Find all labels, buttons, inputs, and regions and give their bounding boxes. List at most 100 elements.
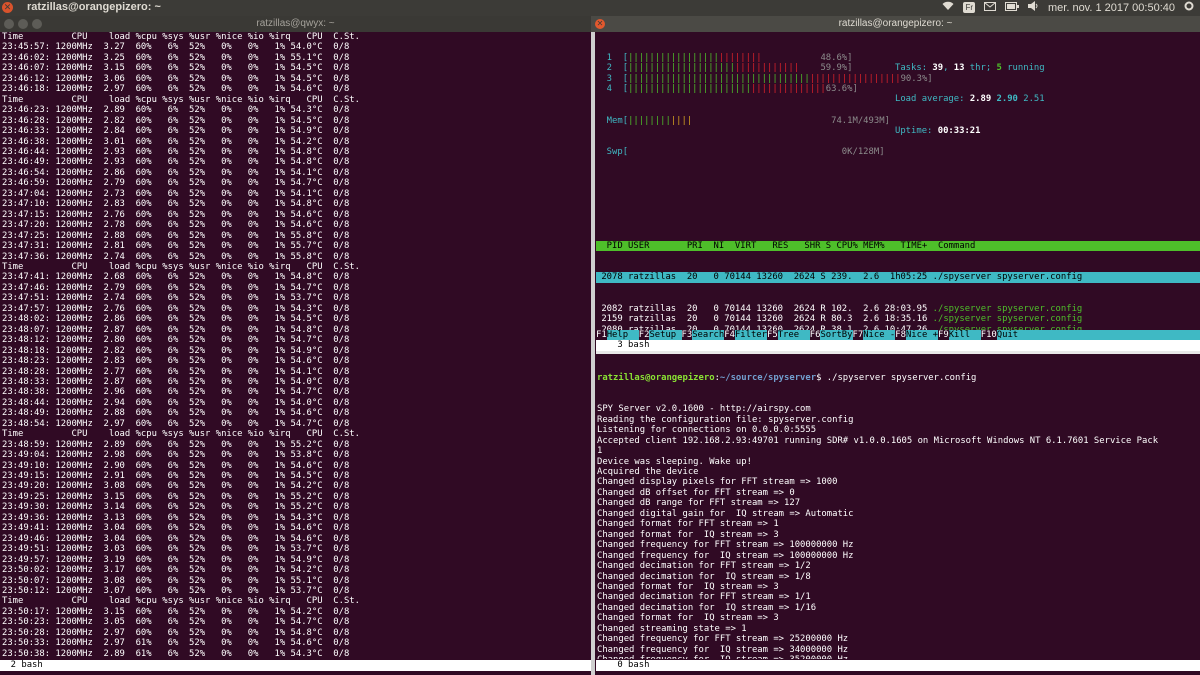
terminal-line: 23:50:07: 1200MHz 3.08 60% 6% 52% 0% 0% … <box>2 575 350 586</box>
shell-line: Reading the configuration file: spyserve… <box>597 414 854 425</box>
terminal-line: 23:45:57: 1200MHz 3.27 60% 6% 52% 0% 0% … <box>2 42 350 53</box>
fkey-f5[interactable]: F5 <box>767 330 778 340</box>
terminal-line: 23:48:23: 1200MHz 2.83 60% 6% 52% 0% 0% … <box>2 356 350 367</box>
fkey-label[interactable]: Filter <box>735 330 767 340</box>
fkey-f8[interactable]: F8 <box>895 330 906 340</box>
spyserver-shell-output[interactable]: ratzillas@orangepizero:~/source/spyserve… <box>597 352 1200 659</box>
shell-line: Changed dB offset for FFT stream => 0 <box>597 487 795 498</box>
process-row-selected[interactable]: 2078 ratzillas 20 0 70144 13260 2624 S 2… <box>596 272 1200 283</box>
terminal-line: 23:47:36: 1200MHz 2.74 60% 6% 52% 0% 0% … <box>2 251 350 262</box>
terminal-line: Time CPU load %cpu %sys %usr %nice %io %… <box>2 94 360 105</box>
shell-line: Accepted client 192.168.2.93:49701 runni… <box>597 435 1159 446</box>
fkey-label[interactable]: Help <box>607 330 639 340</box>
terminal-line: 23:47:46: 1200MHz 2.79 60% 6% 52% 0% 0% … <box>2 282 350 293</box>
close-icon[interactable]: ✕ <box>2 2 13 13</box>
left-window-titlebar[interactable]: ratzillas@qwyx: ~ <box>0 16 591 32</box>
fkey-f4[interactable]: F4 <box>724 330 735 340</box>
shell-log: SPY Server v2.0.1600 - http://airspy.com… <box>597 404 1200 659</box>
swp-value: 0K/128M] <box>841 146 885 157</box>
load-1: 2.89 <box>969 94 992 105</box>
shell-line: Changed display pixels for FFT stream =>… <box>597 477 838 488</box>
shell-line: Changed frequency for IQ stream => 34000… <box>597 644 849 655</box>
fkey-label[interactable]: Search <box>692 330 724 340</box>
terminal-line: 23:48:12: 1200MHz 2.80 60% 6% 52% 0% 0% … <box>2 335 350 346</box>
terminal-line: 23:49:30: 1200MHz 3.14 60% 6% 52% 0% 0% … <box>2 502 350 513</box>
fkey-label[interactable]: Kill <box>949 330 981 340</box>
cpu-label: 2 [ <box>596 63 629 74</box>
shell-line: Changed digital gain for IQ stream => Au… <box>597 508 854 519</box>
fkey-f6[interactable]: F6 <box>809 330 821 340</box>
terminal-line: 23:48:28: 1200MHz 2.77 60% 6% 52% 0% 0% … <box>2 366 350 377</box>
fkey-f1[interactable]: F1 <box>596 330 607 340</box>
mail-icon[interactable] <box>984 1 996 14</box>
process-table-header[interactable]: PID USER PRI NI VIRT RES SHR S CPU% MEM%… <box>596 240 1200 252</box>
terminal-line: Time CPU load %cpu %sys %usr %nice %io %… <box>2 261 360 272</box>
screen-window-tab-htop[interactable]: 3 bash <box>596 340 1200 351</box>
fkey-label[interactable]: Nice + <box>906 330 938 340</box>
mem-bar-used: |||||||| <box>628 115 671 126</box>
terminal-line: 23:48:49: 1200MHz 2.88 60% 6% 52% 0% 0% … <box>2 408 350 419</box>
terminal-line: 23:50:33: 1200MHz 2.97 61% 6% 52% 0% 0% … <box>2 638 350 649</box>
keyboard-layout-indicator[interactable]: Fr <box>963 2 975 13</box>
wifi-icon[interactable] <box>942 1 954 14</box>
process-user: ratzillas <box>628 303 677 314</box>
fkey-f2[interactable]: F2 <box>638 330 650 340</box>
shell-line: Changed format for IQ stream => 3 <box>597 529 779 540</box>
fkey-label[interactable]: SortBy <box>820 330 852 340</box>
fkey-f7[interactable]: F7 <box>852 330 864 340</box>
fkey-label[interactable]: Nice - <box>863 330 895 340</box>
left-terminal-header: Time CPU load %cpu %sys %usr %nice %io %… <box>2 32 360 42</box>
fkey-label[interactable]: Quit <box>997 330 1018 340</box>
prompt-command: $ ./spyserver spyserver.config <box>816 372 977 383</box>
terminal-line: 23:48:33: 1200MHz 2.87 60% 6% 52% 0% 0% … <box>2 376 350 387</box>
terminal-line: 23:46:02: 1200MHz 3.25 60% 6% 52% 0% 0% … <box>2 52 350 63</box>
fkey-f9[interactable]: F9 <box>938 330 949 340</box>
terminal-line: 23:46:54: 1200MHz 2.86 60% 6% 52% 0% 0% … <box>2 167 350 178</box>
fkey-f3[interactable]: F3 <box>681 330 693 340</box>
shell-line: Acquired the device <box>597 466 699 477</box>
terminal-line: 23:46:38: 1200MHz 3.01 60% 6% 52% 0% 0% … <box>2 136 350 147</box>
terminal-line: 23:48:44: 1200MHz 2.94 60% 6% 52% 0% 0% … <box>2 397 350 408</box>
terminal-line: 23:49:57: 1200MHz 3.19 60% 6% 52% 0% 0% … <box>2 554 350 565</box>
terminal-line: 23:50:23: 1200MHz 3.05 60% 6% 52% 0% 0% … <box>2 617 350 628</box>
tasks-label: Tasks: <box>895 62 933 73</box>
fkey-label[interactable]: Tree <box>778 330 810 340</box>
cpu-label: 1 [ <box>596 52 629 63</box>
battery-icon[interactable] <box>1005 1 1019 14</box>
uptime-label: Uptime: <box>895 125 938 136</box>
volume-icon[interactable] <box>1028 1 1039 14</box>
fkey-label[interactable]: Setup <box>649 330 681 340</box>
shell-line: Changed frequency for FFT stream => 1000… <box>597 540 854 551</box>
left-terminal-output[interactable]: Time CPU load %cpu %sys %usr %nice %io %… <box>0 32 591 660</box>
terminal-line: 23:48:18: 1200MHz 2.82 60% 6% 52% 0% 0% … <box>2 345 350 356</box>
screen-window-tab-shell[interactable]: 0 bash <box>596 660 1200 671</box>
screen-window-tab-left[interactable]: 2 bash <box>0 660 591 671</box>
process-row[interactable]: 2082 ratzillas 20 0 70144 13260 2624 R 1… <box>596 304 1200 314</box>
shell-line: 1 <box>597 446 603 457</box>
process-pid: 2082 <box>596 303 623 314</box>
process-stats: 20 0 70144 13260 2624 R 102. 2.6 28:03.9… <box>676 303 928 314</box>
mem-value: 74.1M/493M] <box>831 115 890 126</box>
cpu-label: 3 [ <box>596 73 629 84</box>
terminal-line: 23:49:36: 1200MHz 3.13 60% 6% 52% 0% 0% … <box>2 512 350 523</box>
process-row[interactable]: 2159 ratzillas 20 0 70144 13260 2624 R 8… <box>596 314 1200 324</box>
uptime-value: 00:33:21 <box>937 125 981 136</box>
terminal-line: 23:48:54: 1200MHz 2.97 60% 6% 52% 0% 0% … <box>2 418 350 429</box>
terminal-line: 23:47:31: 1200MHz 2.81 60% 6% 52% 0% 0% … <box>2 241 350 252</box>
settings-gear-icon[interactable] <box>1184 1 1194 14</box>
pane-divider[interactable] <box>591 32 595 675</box>
prompt-path: ~/source/spyserver <box>719 372 817 383</box>
process-command: ./spyserver spyserver.config <box>932 314 1083 325</box>
cpu-percent: 63.6%] <box>825 84 858 95</box>
htop-panel[interactable]: 1 [||||||||||||||||||||||||| 48.6%] 2 [|… <box>596 32 1200 342</box>
clock[interactable]: mer. nov. 1 2017 00:50:40 <box>1048 2 1175 14</box>
shell-line: Changed format for IQ stream => 3 <box>597 613 779 624</box>
fkey-f10[interactable]: F10 <box>980 330 997 340</box>
cpu-percent: 59.9%] <box>820 63 853 74</box>
shell-line: Changed decimation for IQ stream => 1/8 <box>597 571 811 582</box>
terminal-line: 23:46:18: 1200MHz 2.97 60% 6% 52% 0% 0% … <box>2 84 350 95</box>
terminal-line: Time CPU load %cpu %sys %usr %nice %io %… <box>2 596 360 607</box>
load-label: Load average: <box>895 94 970 105</box>
right-window-titlebar[interactable]: ✕ ratzillas@orangepizero: ~ <box>591 16 1200 32</box>
terminal-line: 23:49:46: 1200MHz 3.04 60% 6% 52% 0% 0% … <box>2 533 350 544</box>
